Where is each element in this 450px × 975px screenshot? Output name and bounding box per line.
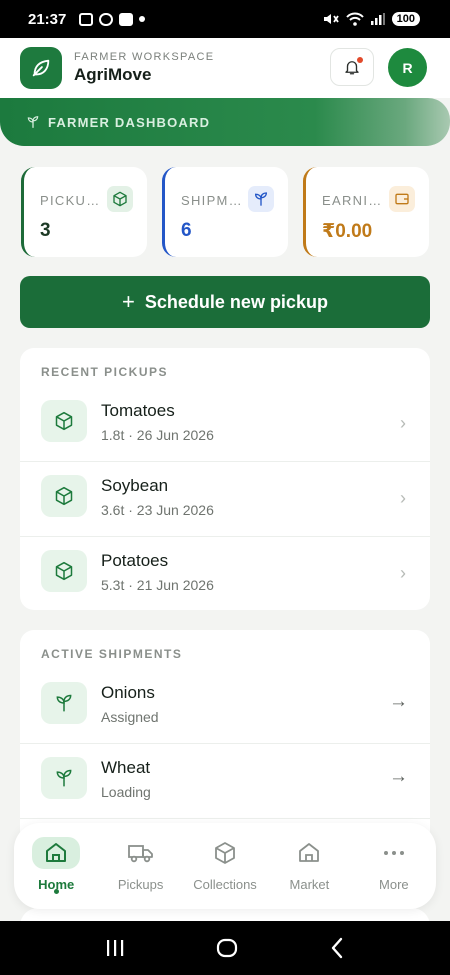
notifications-button[interactable] (330, 48, 374, 86)
tab-pickups[interactable]: Pickups (98, 823, 182, 909)
pickup-meta: 1.8t · 26 Jun 2026 (101, 427, 214, 443)
notification-dot-icon (139, 16, 146, 22)
truck-icon (117, 837, 165, 869)
more-icon (370, 837, 418, 869)
tab-collections[interactable]: Collections (183, 823, 267, 909)
package-icon (107, 186, 133, 212)
tab-label: Pickups (117, 877, 164, 892)
app-title: AgriMove (74, 65, 152, 84)
app-header: FARMER WORKSPACE AgriMove R (0, 38, 450, 98)
status-bar: 21:37 100 (0, 0, 450, 38)
system-nav-bar (0, 921, 450, 975)
sprout-icon (27, 116, 39, 128)
shipment-status: Assigned (101, 709, 159, 725)
list-item[interactable]: Potatoes 5.3t · 21 Jun 2026 › (20, 536, 430, 610)
shipment-status: Loading (101, 784, 151, 800)
recent-apps-icon[interactable] (105, 939, 125, 957)
chevron-right-icon: › (400, 488, 406, 508)
pickup-name: Tomatoes (101, 401, 175, 420)
stat-label: PICKUPS (40, 193, 102, 208)
stat-label: EARNINGS (322, 193, 384, 208)
package-icon (201, 837, 249, 869)
arrow-right-icon: → (389, 766, 408, 787)
stat-card-earnings[interactable]: EARNINGS ₹0.00 (303, 167, 429, 257)
chevron-right-icon: › (400, 413, 406, 433)
screen-record-icon (79, 12, 94, 26)
status-time: 21:37 (28, 10, 67, 28)
active-indicator (53, 889, 59, 894)
package-icon (41, 400, 87, 442)
sprout-icon (41, 682, 87, 724)
pickup-name: Soybean (101, 476, 169, 495)
store-icon (285, 837, 333, 869)
stat-label: SHIPMENTS (181, 193, 243, 208)
notification-badge (357, 57, 363, 63)
stat-value: ₹0.00 (322, 221, 373, 242)
shipment-name: Onions (101, 683, 155, 702)
stat-card-shipments[interactable]: SHIPMENTS 6 (162, 167, 288, 257)
app-logo (20, 47, 62, 89)
bottom-tab-bar: Home Pickups Collections Market More (14, 823, 436, 909)
dashboard-banner: FARMER DASHBOARD (0, 98, 450, 146)
panel-title: ACTIVE SHIPMENTS (41, 647, 183, 661)
signal-icon (370, 13, 385, 25)
tab-label: Market (289, 877, 330, 892)
panel-title: RECENT PICKUPS (41, 365, 169, 379)
list-item[interactable]: Soybean 3.6t · 23 Jun 2026 › (20, 461, 430, 536)
check-icon (119, 12, 134, 26)
list-item[interactable]: Tomatoes 1.8t · 26 Jun 2026 › (20, 387, 430, 462)
recent-pickups-panel: RECENT PICKUPS Tomatoes 1.8t · 26 Jun 20… (20, 348, 430, 610)
package-icon (41, 475, 87, 517)
stat-card-pickups[interactable]: PICKUPS 3 (21, 167, 147, 257)
cloud-icon (99, 12, 114, 26)
home-nav-icon[interactable] (216, 937, 238, 959)
banner-label: FARMER DASHBOARD (48, 114, 211, 130)
package-icon (41, 550, 87, 592)
leaf-icon (32, 59, 50, 77)
tab-label: More (379, 877, 409, 892)
battery-indicator: 100 (391, 12, 420, 26)
sprout-icon (248, 186, 274, 212)
pickup-meta: 3.6t · 23 Jun 2026 (101, 502, 214, 518)
avatar[interactable]: R (388, 48, 427, 87)
plus-icon: + (122, 289, 135, 314)
chevron-right-icon: › (400, 563, 406, 583)
tab-label: Collections (193, 877, 257, 892)
tab-market[interactable]: Market (267, 823, 351, 909)
stat-value: 6 (181, 220, 192, 241)
tab-more[interactable]: More (352, 823, 436, 909)
arrow-right-icon: → (389, 691, 408, 712)
wallet-icon (389, 186, 415, 212)
schedule-pickup-label: Schedule new pickup (144, 291, 328, 312)
home-icon (32, 837, 81, 869)
pickup-meta: 5.3t · 21 Jun 2026 (101, 577, 214, 593)
list-item[interactable]: Wheat Loading → (20, 743, 430, 818)
wifi-icon (345, 12, 364, 26)
stat-value: 3 (40, 220, 51, 241)
workspace-label: FARMER WORKSPACE (74, 51, 215, 63)
sprout-icon (41, 757, 87, 799)
list-item[interactable]: Onions Assigned → (20, 669, 430, 744)
pickup-name: Potatoes (101, 551, 169, 570)
mute-icon (323, 14, 339, 24)
shipment-name: Wheat (101, 758, 151, 777)
back-icon[interactable] (329, 937, 345, 959)
schedule-pickup-button[interactable]: + Schedule new pickup (20, 276, 430, 328)
tab-home[interactable]: Home (14, 823, 98, 909)
